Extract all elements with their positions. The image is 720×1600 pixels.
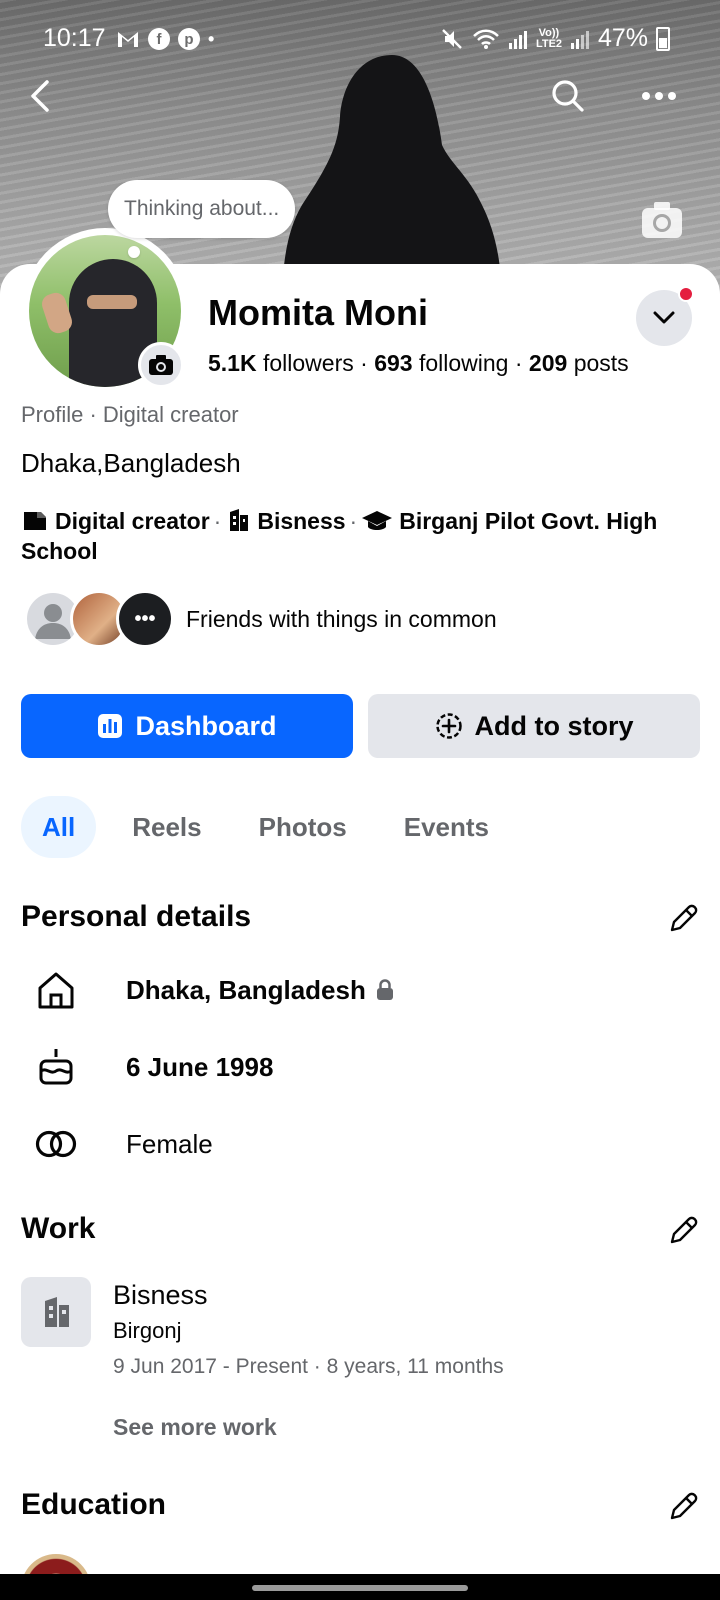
detail-birthday-text: 6 June 1998: [126, 1051, 274, 1082]
status-system-icons: Vo)) LTE2 47%: [440, 24, 670, 53]
edit-work-icon[interactable]: [666, 1214, 700, 1248]
badge-separator: ·: [213, 508, 222, 534]
graduation-cap-icon: [362, 511, 393, 530]
work-logo[interactable]: [21, 1277, 91, 1347]
home-icon: [34, 968, 78, 1012]
gmail-icon: [118, 32, 138, 47]
add-to-story-button[interactable]: Add to story: [368, 694, 700, 758]
building-icon: [45, 1297, 69, 1327]
profile-menu-button[interactable]: [636, 286, 694, 346]
battery-icon: [656, 26, 670, 51]
badge-label: Bisness: [257, 508, 346, 534]
wifi-icon: [473, 29, 499, 49]
gender-icon: [34, 1122, 78, 1166]
profile-category: Profile · Digital creator: [21, 402, 239, 427]
followers-label[interactable]: followers: [263, 350, 354, 376]
more-friends-icon: •••: [116, 590, 174, 648]
detail-birthday-row: 6 June 1998: [34, 1045, 273, 1089]
tab-photos[interactable]: Photos: [238, 796, 368, 858]
education-title: Education: [21, 1488, 167, 1521]
status-time: 10:17: [43, 24, 106, 52]
edit-cover-button[interactable]: [640, 200, 684, 240]
followers-count[interactable]: 5.1K: [208, 350, 257, 376]
edit-education-icon[interactable]: [666, 1490, 700, 1524]
more-button[interactable]: [637, 74, 681, 118]
profile-badges: Digital creator · Bisness · Birganj Pilot Go…: [21, 506, 701, 566]
work-job-title[interactable]: Bisness: [113, 1280, 208, 1311]
signal-icon-2: [570, 30, 589, 49]
back-arrow-icon: [31, 80, 49, 112]
dashboard-button-label: Dashboard: [135, 710, 277, 741]
home-gesture-handle[interactable]: [252, 1585, 468, 1591]
search-button[interactable]: [546, 74, 590, 118]
back-button[interactable]: [18, 74, 62, 118]
thought-bubble-tail: [128, 246, 140, 258]
posts-count[interactable]: 209: [529, 350, 567, 376]
camera-icon: [149, 355, 173, 375]
chevron-down-icon: [653, 311, 675, 324]
camera-icon: [642, 202, 682, 238]
cake-icon: [34, 1045, 78, 1089]
add-story-icon: [435, 713, 462, 739]
status-bar: 10:17 f p • Vo)) LTE2 47%: [0, 0, 720, 80]
dashboard-button[interactable]: Dashboard: [21, 694, 353, 758]
profile-name: Momita Moni: [208, 292, 428, 333]
personal-details-title: Personal details: [21, 900, 252, 933]
pinterest-icon: p: [178, 28, 200, 50]
detail-gender-row: Female: [34, 1122, 213, 1166]
mute-icon: [442, 28, 462, 49]
more-icon: [642, 92, 676, 100]
see-more-work-link[interactable]: See more work: [113, 1414, 277, 1441]
facebook-icon: f: [148, 28, 170, 50]
profile-tabs: All Reels Photos Events: [21, 796, 525, 858]
edit-personal-details-icon[interactable]: [666, 902, 700, 936]
dashboard-icon: [98, 714, 123, 738]
thought-bubble[interactable]: Thinking about...: [108, 180, 296, 238]
status-notification-icons: f p •: [116, 28, 214, 50]
mutual-friends-text: Friends with things in common: [186, 605, 497, 632]
stats-separator: ·: [360, 350, 368, 376]
work-place: Birgonj: [113, 1318, 182, 1343]
notification-dot: [678, 286, 694, 302]
search-icon: [552, 80, 584, 112]
work-dates: 9 Jun 2017 - Present · 8 years, 11 month…: [113, 1355, 504, 1378]
building-icon: [230, 509, 249, 531]
mutual-friends[interactable]: ••• Friends with things in common: [24, 590, 497, 648]
edit-avatar-button[interactable]: [138, 342, 184, 388]
following-count[interactable]: 693: [374, 350, 412, 376]
tab-reels[interactable]: Reels: [111, 796, 222, 858]
dot-icon: •: [208, 29, 215, 49]
thought-bubble-text: Thinking about...: [124, 197, 280, 220]
volte-icon: Vo)) LTE2: [535, 26, 563, 50]
battery-percent: 47%: [597, 24, 648, 52]
detail-location-text: Dhaka, Bangladesh: [126, 974, 366, 1005]
profile-location: Dhaka,Bangladesh: [21, 448, 241, 478]
lock-icon: [376, 979, 393, 1000]
stats-separator: ·: [514, 350, 523, 376]
signal-icon: [508, 30, 527, 49]
avatar-face: [87, 295, 137, 309]
work-title: Work: [21, 1212, 96, 1245]
badge-separator: ·: [349, 508, 358, 534]
profile-stats: 5.1K followers · 693 following · 209 pos…: [208, 350, 629, 377]
detail-location-row: Dhaka, Bangladesh: [34, 968, 394, 1012]
badge-label: Digital creator: [55, 508, 210, 534]
add-to-story-label: Add to story: [474, 710, 634, 741]
tab-all[interactable]: All: [21, 796, 97, 858]
detail-gender-text: Female: [126, 1128, 213, 1159]
tab-events[interactable]: Events: [383, 796, 510, 858]
following-label[interactable]: following: [419, 350, 509, 376]
creator-icon: [24, 512, 46, 530]
posts-label[interactable]: posts: [574, 350, 629, 376]
